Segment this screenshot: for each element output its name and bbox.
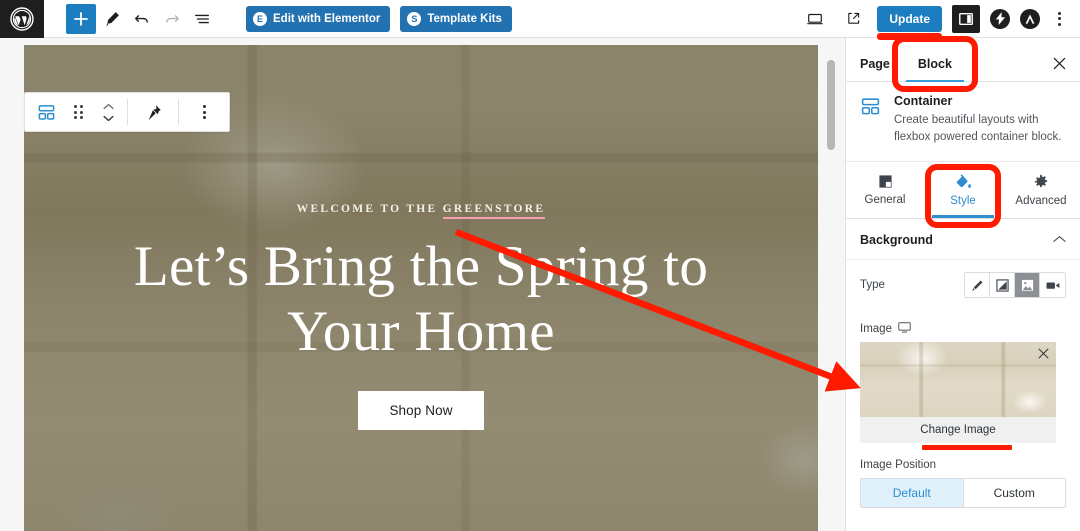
- update-label: Update: [889, 11, 930, 26]
- gradient-icon: [995, 279, 1009, 292]
- close-icon[interactable]: [1053, 57, 1066, 74]
- background-image-thumbnail[interactable]: [860, 342, 1056, 418]
- background-image-preview-block: Change Image: [846, 342, 1080, 444]
- toolbar-right-actions: Update: [801, 4, 1080, 33]
- template-kits-button[interactable]: S Template Kits: [400, 5, 512, 32]
- desktop-preview-icon[interactable]: [801, 5, 829, 33]
- editor-screen: E Edit with Elementor S Template Kits Up…: [0, 0, 1080, 531]
- tab-advanced[interactable]: Advanced: [1002, 162, 1080, 218]
- tab-advanced-label: Advanced: [1015, 194, 1067, 207]
- sidebar-tabs: Page Block: [846, 38, 1080, 82]
- list-view-icon[interactable]: [188, 5, 216, 33]
- style-segment-tabs: General Style Advanced: [846, 162, 1080, 220]
- desktop-icon[interactable]: [898, 322, 911, 336]
- kebab-menu-icon[interactable]: [1050, 11, 1068, 26]
- gear-icon: [1034, 174, 1048, 187]
- wordpress-logo-icon[interactable]: [0, 0, 44, 38]
- background-image-label: Image: [860, 322, 911, 336]
- shop-now-button[interactable]: Shop Now: [358, 390, 484, 430]
- image-position-label: Image Position: [860, 459, 937, 472]
- template-kits-badge-icon: S: [407, 11, 422, 26]
- background-type-label: Type: [860, 279, 885, 292]
- image-icon: [1021, 279, 1033, 291]
- background-type-image[interactable]: [1015, 273, 1040, 298]
- block-toolbar: [24, 92, 230, 132]
- chevron-down-icon: [102, 115, 114, 121]
- redo-arrow-icon[interactable]: [158, 5, 186, 33]
- block-info: Container Create beautiful layouts with …: [846, 82, 1080, 163]
- chevron-up-icon[interactable]: [1053, 234, 1066, 246]
- template-kits-label: Template Kits: [427, 12, 502, 25]
- pushpin-icon[interactable]: [138, 93, 168, 131]
- image-position-default[interactable]: Default: [861, 479, 963, 508]
- edit-with-elementor-button[interactable]: E Edit with Elementor: [246, 5, 391, 32]
- background-image-label-text: Image: [860, 323, 892, 336]
- general-square-icon: [878, 175, 892, 188]
- background-type-video[interactable]: [1040, 273, 1065, 298]
- background-type-gradient[interactable]: [990, 273, 1015, 298]
- add-block-button[interactable]: [66, 3, 96, 34]
- external-link-icon[interactable]: [839, 5, 867, 33]
- undo-arrow-icon[interactable]: [128, 5, 156, 33]
- block-name: Container: [894, 94, 953, 108]
- astra-logo-icon[interactable]: [1020, 8, 1040, 29]
- pencil-icon[interactable]: [98, 5, 126, 33]
- block-description: Create beautiful layouts with flexbox po…: [894, 114, 1062, 143]
- elementor-badge-icon: E: [253, 11, 267, 26]
- hero-eyebrow-prefix: WELCOME TO THE: [296, 203, 443, 215]
- tab-style-label: Style: [950, 195, 976, 208]
- editor-canvas: WELCOME TO THE GREENSTORE Let’s Bring th…: [0, 38, 845, 531]
- lightning-bolt-icon[interactable]: [990, 8, 1010, 29]
- image-position-custom[interactable]: Custom: [962, 479, 1065, 508]
- hero-eyebrow-highlight: GREENSTORE: [442, 203, 546, 219]
- tab-block[interactable]: Block: [905, 57, 965, 82]
- update-button[interactable]: Update: [877, 5, 942, 32]
- edit-with-elementor-label: Edit with Elementor: [273, 12, 381, 25]
- canvas-scrollbar-thumb[interactable]: [827, 60, 835, 150]
- sidebar-panel-icon[interactable]: [952, 4, 980, 33]
- tab-general-label: General: [864, 194, 906, 207]
- tab-page[interactable]: Page: [860, 57, 890, 81]
- hero-eyebrow: WELCOME TO THE GREENSTORE: [296, 203, 546, 219]
- tab-style[interactable]: Style: [924, 162, 1002, 219]
- plugin-buttons: E Edit with Elementor S Template Kits: [246, 5, 512, 32]
- background-section-header[interactable]: Background: [846, 219, 1080, 261]
- tab-general[interactable]: General: [846, 162, 924, 218]
- image-position-options: Default Custom: [860, 478, 1066, 509]
- drag-handle-icon[interactable]: [63, 93, 93, 131]
- background-image-row: Image: [846, 310, 1080, 342]
- chevron-stack: [102, 103, 114, 122]
- container-block-icon: [860, 94, 884, 145]
- background-type-classic[interactable]: [965, 273, 990, 298]
- chevron-up-icon: [102, 103, 114, 109]
- background-type-options: [964, 272, 1066, 299]
- kebab-menu-icon[interactable]: [189, 93, 219, 131]
- hero-title[interactable]: Let’s Bring the Spring to Your Home: [101, 235, 741, 365]
- remove-image-icon[interactable]: [1038, 347, 1049, 362]
- settings-sidebar: Page Block Container Create beautiful la…: [845, 38, 1080, 531]
- video-camera-icon: [1046, 282, 1059, 289]
- admin-toolbar: E Edit with Elementor S Template Kits Up…: [0, 0, 1080, 38]
- background-section-title: Background: [860, 233, 933, 248]
- brush-icon: [971, 280, 983, 291]
- paint-bucket-icon: [956, 174, 971, 189]
- change-image-button[interactable]: Change Image: [860, 417, 1056, 444]
- container-block-icon[interactable]: [29, 93, 63, 131]
- editor-tools: [44, 3, 216, 34]
- move-block-buttons[interactable]: [93, 93, 123, 131]
- background-type-row: Type: [846, 260, 1080, 310]
